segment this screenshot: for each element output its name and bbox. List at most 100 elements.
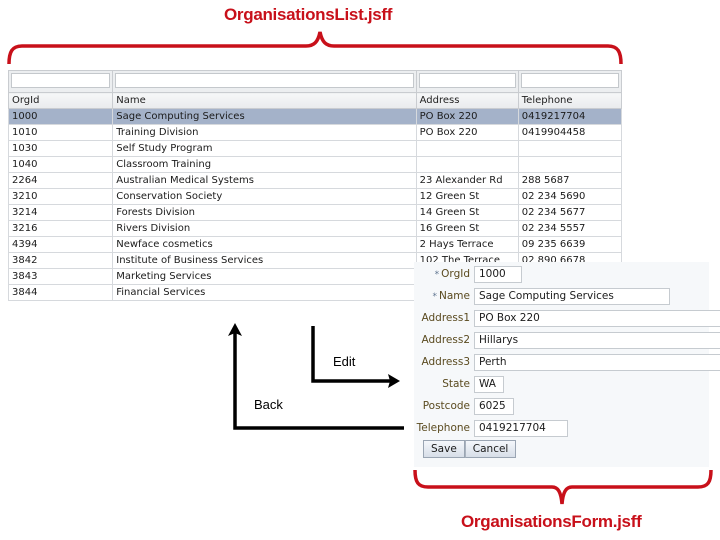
form-row-telephone: Telephone 0419217704 xyxy=(414,419,568,437)
cell-orgid: 1030 xyxy=(7,140,114,157)
cell-orgid: 1000 xyxy=(7,108,114,125)
field-label-name: * Name xyxy=(414,290,474,302)
cell-telephone: 09 235 6639 xyxy=(517,236,623,253)
cell-name: Rivers Division xyxy=(112,220,417,237)
field-input-telephone[interactable]: 0419217704 xyxy=(474,419,568,437)
filter-telephone-input[interactable] xyxy=(520,73,619,88)
cell-name: Institute of Business Services xyxy=(112,252,417,269)
field-input-address3[interactable]: Perth xyxy=(474,353,720,371)
field-label-text: Telephone xyxy=(416,422,470,434)
back-label: Back xyxy=(254,397,283,412)
header-row: OrgId Name Address Telephone xyxy=(7,92,623,109)
form-row-address2: Address2 Hillarys xyxy=(414,331,720,349)
filter-orgid-input[interactable] xyxy=(11,73,111,88)
field-label-address2: Address2 xyxy=(414,334,474,346)
table-row[interactable]: 1000 Sage Computing Services PO Box 220 041… xyxy=(7,108,623,125)
cell-telephone xyxy=(517,156,623,173)
field-input-orgid[interactable]: 1000 xyxy=(474,265,522,283)
cell-telephone: 02 234 5690 xyxy=(517,188,623,205)
form-row-name: * Name Sage Computing Services xyxy=(414,287,670,305)
table-row[interactable]: 3214 Forests Division 14 Green St 02 234 56… xyxy=(7,204,623,221)
filter-address-input[interactable] xyxy=(418,73,516,88)
column-header-orgid[interactable]: OrgId xyxy=(7,92,114,109)
table-row[interactable]: 1010 Training Division PO Box 220 041990445… xyxy=(7,124,623,141)
form-row-orgid: * OrgId 1000 xyxy=(414,265,522,283)
cell-telephone: 0419904458 xyxy=(517,124,623,141)
cell-telephone: 02 234 5557 xyxy=(517,220,623,237)
table-row[interactable]: 2264 Australian Medical Systems 23 Alexand… xyxy=(7,172,623,189)
cell-orgid: 3842 xyxy=(7,252,114,269)
cell-address: 16 Green St xyxy=(415,220,519,237)
field-label-telephone: Telephone xyxy=(414,422,474,434)
cell-address: 14 Green St xyxy=(415,204,519,221)
cell-address: PO Box 220 xyxy=(415,124,519,141)
form-row-address3: Address3 Perth xyxy=(414,353,720,371)
cell-address: 12 Green St xyxy=(415,188,519,205)
column-header-telephone[interactable]: Telephone xyxy=(517,92,623,109)
table-row[interactable]: 1040 Classroom Training xyxy=(7,156,623,173)
cell-name: Sage Computing Services xyxy=(112,108,417,125)
required-marker-icon: * xyxy=(434,270,440,280)
list-page-brace xyxy=(7,31,623,65)
table-row[interactable]: 1030 Self Study Program xyxy=(7,140,623,157)
cell-address xyxy=(415,156,519,173)
field-label-address3: Address3 xyxy=(414,356,474,368)
cell-orgid: 1040 xyxy=(7,156,114,173)
cell-orgid: 2264 xyxy=(7,172,114,189)
cell-orgid: 3214 xyxy=(7,204,114,221)
cell-telephone xyxy=(517,140,623,157)
organisation-form: * OrgId 1000 * Name Sage Computing Services Ad… xyxy=(414,262,720,467)
cell-orgid: 3844 xyxy=(7,284,114,301)
cell-name: Forests Division xyxy=(112,204,417,221)
cell-name: Self Study Program xyxy=(112,140,417,157)
field-input-state[interactable]: WA xyxy=(474,375,504,393)
cell-orgid: 3216 xyxy=(7,220,114,237)
cell-orgid: 3843 xyxy=(7,268,114,285)
table-row[interactable]: 4394 Newface cosmetics 2 Hays Terrace 09 23… xyxy=(7,236,623,253)
field-label-text: Name xyxy=(439,290,470,302)
cell-orgid: 4394 xyxy=(7,236,114,253)
cell-telephone: 288 5687 xyxy=(517,172,623,189)
field-label-postcode: Postcode xyxy=(414,400,474,412)
column-header-name[interactable]: Name xyxy=(112,92,417,109)
form-row-state: State WA xyxy=(414,375,504,393)
field-label-text: Postcode xyxy=(422,400,470,412)
form-page-brace xyxy=(413,469,713,505)
cell-name: Classroom Training xyxy=(112,156,417,173)
cell-name: Training Division xyxy=(112,124,417,141)
field-input-postcode[interactable]: 6025 xyxy=(474,397,514,415)
cell-address: PO Box 220 xyxy=(415,108,519,125)
cell-name: Financial Services xyxy=(112,284,417,301)
field-label-text: Address3 xyxy=(421,356,471,368)
form-row-address1: Address1 PO Box 220 xyxy=(414,309,720,327)
cell-orgid: 1010 xyxy=(7,124,114,141)
field-input-address2[interactable]: Hillarys xyxy=(474,331,720,349)
filter-row xyxy=(7,70,623,93)
field-label-text: Address2 xyxy=(421,334,471,346)
filter-name-input[interactable] xyxy=(115,73,414,88)
field-label-text: Address1 xyxy=(421,312,471,324)
field-input-name[interactable]: Sage Computing Services xyxy=(474,287,670,305)
field-input-address1[interactable]: PO Box 220 xyxy=(474,309,720,327)
edit-label: Edit xyxy=(333,354,356,369)
table-row[interactable]: 3210 Conservation Society 12 Green St 02 23… xyxy=(7,188,623,205)
field-label-state: State xyxy=(414,378,474,390)
form-row-postcode: Postcode 6025 xyxy=(414,397,514,415)
cell-name: Marketing Services xyxy=(112,268,417,285)
cell-address: 23 Alexander Rd xyxy=(415,172,519,189)
field-label-address1: Address1 xyxy=(414,312,474,324)
table-row[interactable]: 3216 Rivers Division 16 Green St 02 234 555… xyxy=(7,220,623,237)
cell-name: Newface cosmetics xyxy=(112,236,417,253)
required-marker-icon: * xyxy=(432,292,438,302)
cell-name: Conservation Society xyxy=(112,188,417,205)
cell-name: Australian Medical Systems xyxy=(112,172,417,189)
field-label-orgid: * OrgId xyxy=(414,268,474,280)
cell-orgid: 3210 xyxy=(7,188,114,205)
cancel-button[interactable]: Cancel xyxy=(464,440,517,458)
field-label-text: State xyxy=(442,378,470,390)
save-button[interactable]: Save xyxy=(423,440,465,458)
cell-telephone: 0419217704 xyxy=(517,108,623,125)
column-header-address[interactable]: Address xyxy=(415,92,519,109)
cell-telephone: 02 234 5677 xyxy=(517,204,623,221)
form-button-bar: Save Cancel xyxy=(423,440,517,458)
